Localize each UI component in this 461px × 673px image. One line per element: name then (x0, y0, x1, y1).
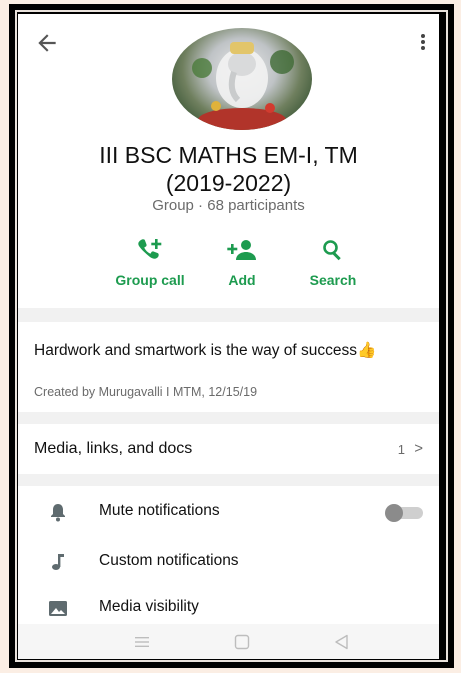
group-description[interactable]: Hardwork and smartwork is the way of suc… (18, 322, 439, 412)
menu-icon[interactable] (132, 632, 152, 652)
add-label: Add (228, 272, 256, 288)
description-text: Hardwork and smartwork is the way of suc… (34, 342, 377, 359)
search-icon (323, 240, 341, 261)
group-participants: Group · 68 participants (152, 197, 305, 214)
back-triangle-icon[interactable] (332, 632, 352, 652)
image-icon (49, 601, 67, 616)
notification-settings: Mute notifications Custom notifications … (18, 486, 439, 626)
group-call-label: Group call (115, 272, 185, 288)
add-participant-button[interactable]: Add (217, 236, 267, 288)
music-note-icon (52, 554, 64, 570)
media-count: 1 (397, 442, 405, 457)
more-options-icon[interactable] (413, 30, 433, 56)
custom-notifications-label: Custom notifications (99, 552, 239, 569)
media-visibility-label: Media visibility (99, 598, 199, 615)
media-visibility-row[interactable]: Media visibility (18, 588, 439, 628)
group-avatar[interactable] (172, 28, 312, 130)
chevron-right-icon: > (414, 440, 423, 457)
search-label: Search (309, 272, 357, 288)
bell-icon (51, 504, 65, 522)
mute-notifications-row[interactable]: Mute notifications (18, 492, 439, 532)
mute-toggle[interactable] (385, 504, 423, 522)
media-links-docs-row[interactable]: Media, links, and docs 1 > (18, 424, 439, 474)
phone-screen: III BSC MATHS EM-I, TM (2019-2022) Group… (18, 14, 439, 659)
person-add-icon (227, 240, 256, 260)
group-title: III BSC MATHS EM-I, TM (2019-2022) (99, 142, 358, 196)
custom-notifications-row[interactable]: Custom notifications (18, 542, 439, 582)
media-links-docs-label: Media, links, and docs (34, 440, 193, 457)
back-arrow-icon[interactable] (34, 30, 60, 56)
home-icon[interactable] (232, 632, 252, 652)
android-navigation-bar (18, 624, 439, 659)
search-button[interactable]: Search (302, 236, 364, 288)
group-call-button[interactable]: Group call (110, 236, 190, 288)
description-created-by: Created by Murugavalli I MTM, 12/15/19 (34, 385, 258, 399)
phone-add-icon (138, 239, 162, 259)
group-info-header: III BSC MATHS EM-I, TM (2019-2022) Group… (18, 14, 439, 308)
mute-notifications-label: Mute notifications (99, 502, 220, 519)
